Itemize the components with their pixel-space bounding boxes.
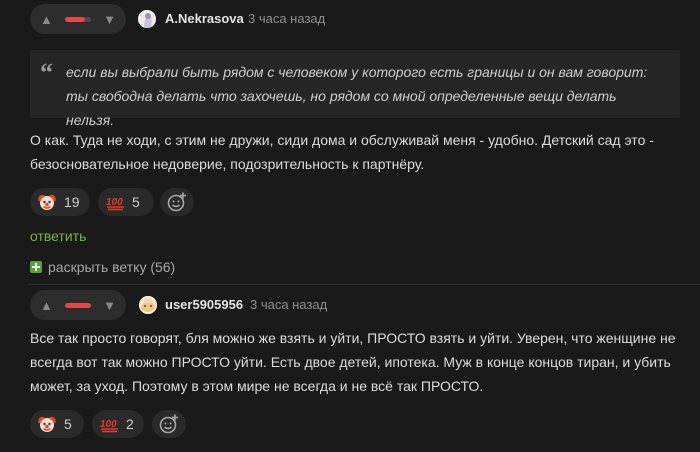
- reaction-count: 2: [126, 416, 134, 432]
- avatar[interactable]: [138, 10, 156, 28]
- hundred-points-icon: 100: [100, 415, 118, 433]
- rating-bar: [65, 302, 91, 308]
- plus-icon: [30, 261, 42, 273]
- rating-bar: [65, 16, 91, 22]
- vote-widget: ▲ ▼: [30, 290, 126, 320]
- add-emoji-icon: [167, 192, 186, 212]
- reply-link[interactable]: ответить: [30, 228, 86, 244]
- comment-text: О как. Туда не ходи, с этим не дружи, си…: [30, 132, 654, 172]
- downvote-icon[interactable]: ▼: [103, 13, 116, 26]
- avatar[interactable]: [139, 296, 157, 314]
- reaction-count: 19: [64, 194, 80, 210]
- reaction-hundred[interactable]: 100 2: [92, 410, 144, 438]
- divider: [28, 284, 700, 285]
- quote-block: “ если вы выбрали быть рядом с человеком…: [30, 50, 680, 128]
- upvote-icon[interactable]: ▲: [40, 299, 53, 312]
- clown-face-icon: [38, 415, 56, 433]
- quote-icon: “: [40, 58, 53, 87]
- reaction-clown[interactable]: 5: [30, 410, 84, 438]
- downvote-icon[interactable]: ▼: [103, 299, 116, 312]
- comment-time[interactable]: 3 часа назад: [250, 297, 327, 312]
- reaction-hundred[interactable]: 100 5: [98, 188, 154, 216]
- upvote-icon[interactable]: ▲: [40, 13, 53, 26]
- reaction-clown[interactable]: 19: [30, 188, 90, 216]
- comment-author[interactable]: user5905956: [165, 297, 243, 312]
- add-emoji-icon: [159, 414, 178, 434]
- add-reaction-button[interactable]: [152, 410, 186, 438]
- comment-text: Все так просто говорят, бля можно же взя…: [30, 330, 676, 394]
- comment-time[interactable]: 3 часа назад: [248, 11, 325, 26]
- avatar-image: [138, 10, 156, 28]
- expand-thread-button[interactable]: раскрыть ветку (56): [30, 259, 175, 275]
- avatar-image: [139, 296, 157, 314]
- quote-text: если вы выбрали быть рядом с человеком у…: [66, 64, 648, 128]
- expand-thread-label: раскрыть ветку (56): [48, 259, 176, 275]
- vote-widget: ▲ ▼: [30, 4, 126, 34]
- comment-author[interactable]: A.Nekrasova: [165, 11, 244, 26]
- clown-face-icon: [38, 193, 56, 211]
- hundred-points-icon: 100: [106, 193, 124, 211]
- add-reaction-button[interactable]: [160, 188, 194, 216]
- reaction-count: 5: [64, 416, 72, 432]
- reaction-count: 5: [132, 194, 140, 210]
